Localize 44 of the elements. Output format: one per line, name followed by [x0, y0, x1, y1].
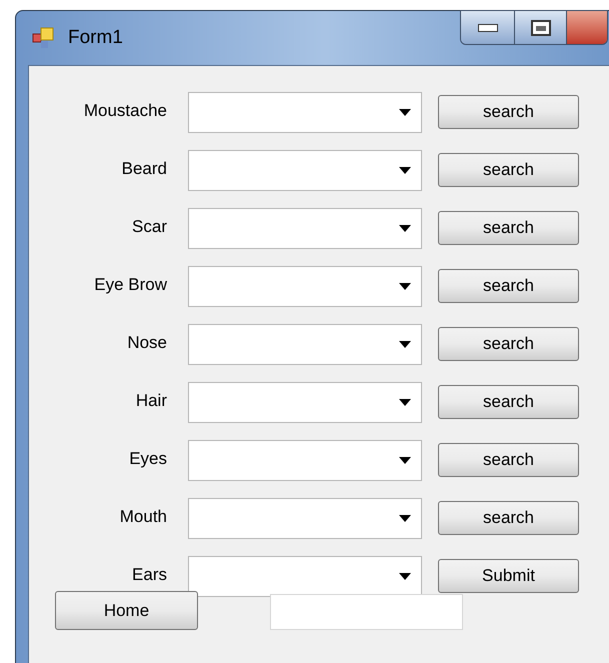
field-label: Beard	[120, 158, 167, 180]
search-button[interactable]: search	[438, 501, 579, 535]
home-button[interactable]: Home	[55, 591, 198, 630]
field-label: Mouth	[118, 506, 167, 528]
app-icon	[32, 26, 56, 50]
field-label: Nose	[126, 332, 167, 354]
dropdown-arrow-icon	[399, 283, 411, 290]
dropdown-field[interactable]	[188, 208, 422, 249]
dropdown-field[interactable]	[188, 440, 422, 481]
dropdown-field[interactable]	[188, 92, 422, 133]
field-label: Moustache	[82, 100, 167, 122]
search-button[interactable]: search	[438, 95, 579, 129]
field-label: Eyes	[128, 448, 167, 470]
dropdown-arrow-icon	[399, 573, 411, 580]
submit-button[interactable]: Submit	[438, 559, 579, 593]
search-button[interactable]: search	[438, 269, 579, 303]
window-title: Form1	[68, 26, 123, 50]
search-button[interactable]: search	[438, 211, 579, 245]
text-field[interactable]	[270, 594, 463, 630]
minimize-icon	[478, 24, 498, 32]
search-button[interactable]: search	[438, 385, 579, 419]
field-label: Eye Brow	[93, 274, 167, 296]
dropdown-arrow-icon	[399, 225, 411, 232]
dropdown-arrow-icon	[399, 457, 411, 464]
dropdown-field[interactable]	[188, 556, 422, 597]
dropdown-arrow-icon	[399, 109, 411, 116]
dropdown-field[interactable]	[188, 324, 422, 365]
dropdown-field[interactable]	[188, 498, 422, 539]
maximize-icon	[530, 20, 550, 36]
dropdown-field[interactable]	[188, 266, 422, 307]
dropdown-arrow-icon	[399, 399, 411, 406]
minimize-button[interactable]	[461, 11, 515, 44]
dropdown-arrow-icon	[399, 167, 411, 174]
search-button[interactable]: search	[438, 327, 579, 361]
maximize-button[interactable]	[515, 11, 567, 44]
field-label: Ears	[131, 564, 167, 586]
dropdown-field[interactable]	[188, 150, 422, 191]
dropdown-arrow-icon	[399, 341, 411, 348]
search-button[interactable]: search	[438, 153, 579, 187]
search-button[interactable]: search	[438, 443, 579, 477]
field-label: Scar	[131, 216, 167, 238]
field-label: Hair	[134, 390, 167, 412]
dropdown-field[interactable]	[188, 382, 422, 423]
dropdown-arrow-icon	[399, 515, 411, 522]
